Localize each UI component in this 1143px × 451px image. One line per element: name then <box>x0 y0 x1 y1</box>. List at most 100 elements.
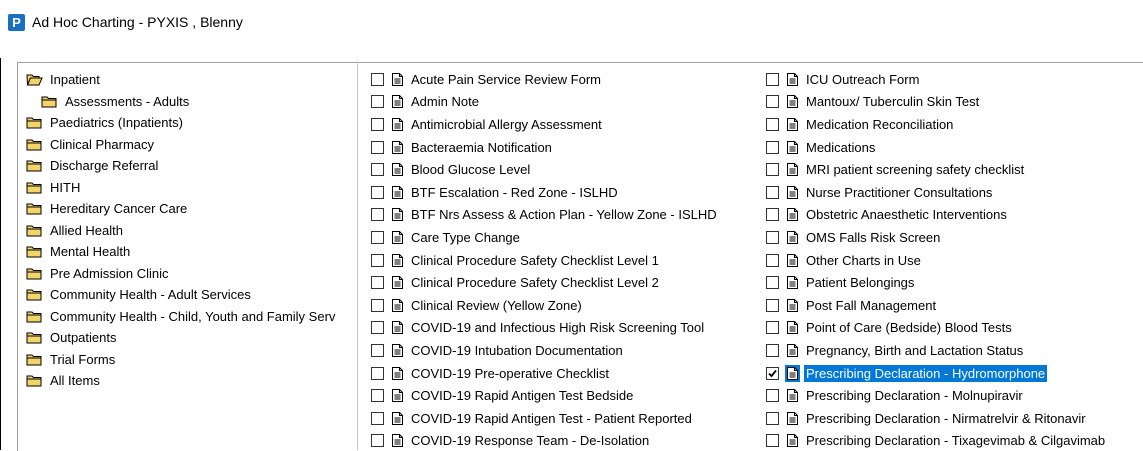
form-list-item[interactable]: Patient Belongings <box>766 271 1107 294</box>
app-logo-icon: P <box>8 14 25 31</box>
document-icon <box>392 412 403 425</box>
forms-panel[interactable]: Acute Pain Service Review FormAdmin Note… <box>358 62 1143 451</box>
folder-icon <box>26 267 43 280</box>
form-list-item[interactable]: Antimicrobial Allergy Assessment <box>371 113 719 136</box>
form-list-item[interactable]: Prescribing Declaration - Molnupiravir <box>766 384 1107 407</box>
form-list-item[interactable]: COVID-19 Rapid Antigen Test - Patient Re… <box>371 407 719 430</box>
tree-item[interactable]: Pre Admission Clinic <box>26 263 335 285</box>
tree-item[interactable]: Clinical Pharmacy <box>26 134 335 156</box>
folder-open-icon <box>26 73 43 86</box>
form-list-item[interactable]: COVID-19 Response Team - De-Isolation <box>371 430 719 451</box>
form-checkbox[interactable] <box>766 412 779 425</box>
form-checkbox[interactable] <box>371 73 384 86</box>
tree-item[interactable]: Trial Forms <box>26 349 335 371</box>
form-list-item[interactable]: Care Type Change <box>371 226 719 249</box>
form-checkbox[interactable] <box>371 208 384 221</box>
form-checkbox[interactable] <box>766 276 779 289</box>
folder-tree-panel[interactable]: InpatientAssessments - AdultsPaediatrics… <box>17 62 358 451</box>
form-checkbox[interactable] <box>766 208 779 221</box>
form-list-item[interactable]: Pregnancy, Birth and Lactation Status <box>766 339 1107 362</box>
form-checkbox[interactable] <box>766 186 779 199</box>
form-list-item[interactable]: BTF Nrs Assess & Action Plan - Yellow Zo… <box>371 204 719 227</box>
form-checkbox[interactable] <box>371 299 384 312</box>
form-list-item[interactable]: Prescribing Declaration - Hydromorphone <box>766 362 1107 385</box>
form-list-item[interactable]: Bacteraemia Notification <box>371 136 719 159</box>
form-list-item[interactable]: ICU Outreach Form <box>766 68 1107 91</box>
form-checkbox[interactable] <box>766 254 779 267</box>
form-checkbox[interactable] <box>371 367 384 380</box>
form-checkbox[interactable] <box>766 231 779 244</box>
form-checkbox[interactable] <box>371 434 384 447</box>
tree-item[interactable]: Community Health - Adult Services <box>26 284 335 306</box>
tree-item[interactable]: Assessments - Adults <box>26 91 335 113</box>
tree-item[interactable]: All Items <box>26 370 335 392</box>
form-list-item[interactable]: COVID-19 and Infectious High Risk Screen… <box>371 317 719 340</box>
form-list-item[interactable]: Point of Care (Bedside) Blood Tests <box>766 317 1107 340</box>
form-list-item[interactable]: COVID-19 Intubation Documentation <box>371 339 719 362</box>
form-checkbox[interactable] <box>371 254 384 267</box>
document-icon <box>392 389 403 402</box>
form-checkbox[interactable] <box>371 412 384 425</box>
tree-item[interactable]: Discharge Referral <box>26 155 335 177</box>
document-icon <box>787 321 798 334</box>
form-checkbox[interactable] <box>766 434 779 447</box>
form-checkbox[interactable] <box>371 389 384 402</box>
form-label: Prescribing Declaration - Molnupiravir <box>804 387 1025 404</box>
form-checkbox[interactable] <box>371 163 384 176</box>
form-checkbox[interactable] <box>766 389 779 402</box>
form-list-item[interactable]: Medications <box>766 136 1107 159</box>
form-checkbox[interactable] <box>371 95 384 108</box>
form-label: COVID-19 Rapid Antigen Test - Patient Re… <box>409 410 694 427</box>
form-list-item[interactable]: Other Charts in Use <box>766 249 1107 272</box>
form-checkbox[interactable] <box>766 344 779 357</box>
form-checkbox[interactable] <box>766 299 779 312</box>
tree-item[interactable]: Allied Health <box>26 220 335 242</box>
form-checkbox[interactable] <box>766 367 779 380</box>
form-list-item[interactable]: BTF Escalation - Red Zone - ISLHD <box>371 181 719 204</box>
form-label: Prescribing Declaration - Nirmatrelvir &… <box>804 410 1088 427</box>
form-checkbox[interactable] <box>371 276 384 289</box>
form-list-item[interactable]: Admin Note <box>371 91 719 114</box>
form-checkbox[interactable] <box>766 321 779 334</box>
tree-item[interactable]: Outpatients <box>26 327 335 349</box>
form-list-item[interactable]: Medication Reconciliation <box>766 113 1107 136</box>
form-list-item[interactable]: Mantoux/ Tuberculin Skin Test <box>766 91 1107 114</box>
window-title: Ad Hoc Charting - PYXIS , Blenny <box>32 14 243 30</box>
form-list-item[interactable]: Obstetric Anaesthetic Interventions <box>766 204 1107 227</box>
window-title-bar: P Ad Hoc Charting - PYXIS , Blenny <box>8 10 243 34</box>
form-checkbox[interactable] <box>371 231 384 244</box>
form-list-item[interactable]: Prescribing Declaration - Tixagevimab & … <box>766 430 1107 451</box>
tree-item[interactable]: HITH <box>26 177 335 199</box>
form-checkbox[interactable] <box>766 141 779 154</box>
form-list-item[interactable]: Clinical Procedure Safety Checklist Leve… <box>371 271 719 294</box>
form-list-item[interactable]: Prescribing Declaration - Nirmatrelvir &… <box>766 407 1107 430</box>
tree-item[interactable]: Community Health - Child, Youth and Fami… <box>26 306 335 328</box>
tree-item[interactable]: Inpatient <box>26 69 335 91</box>
form-checkbox[interactable] <box>371 186 384 199</box>
form-list-item[interactable]: OMS Falls Risk Screen <box>766 226 1107 249</box>
form-checkbox[interactable] <box>371 321 384 334</box>
tree-item[interactable]: Hereditary Cancer Care <box>26 198 335 220</box>
form-label: Other Charts in Use <box>804 252 923 269</box>
tree-item[interactable]: Mental Health <box>26 241 335 263</box>
form-list-item[interactable]: Acute Pain Service Review Form <box>371 68 719 91</box>
form-label: COVID-19 Pre-operative Checklist <box>409 365 611 382</box>
form-checkbox[interactable] <box>766 73 779 86</box>
form-checkbox[interactable] <box>766 118 779 131</box>
form-list-item[interactable]: MRI patient screening safety checklist <box>766 158 1107 181</box>
form-list-item[interactable]: COVID-19 Rapid Antigen Test Bedside <box>371 384 719 407</box>
form-list-item[interactable]: Nurse Practitioner Consultations <box>766 181 1107 204</box>
form-checkbox[interactable] <box>371 141 384 154</box>
form-checkbox[interactable] <box>371 118 384 131</box>
form-checkbox[interactable] <box>766 163 779 176</box>
tree-item[interactable]: Paediatrics (Inpatients) <box>26 112 335 134</box>
document-icon <box>787 95 798 108</box>
form-list-item[interactable]: COVID-19 Pre-operative Checklist <box>371 362 719 385</box>
form-list-item[interactable]: Clinical Review (Yellow Zone) <box>371 294 719 317</box>
form-checkbox[interactable] <box>766 95 779 108</box>
tree-item-label: Trial Forms <box>50 352 115 367</box>
form-list-item[interactable]: Clinical Procedure Safety Checklist Leve… <box>371 249 719 272</box>
form-list-item[interactable]: Blood Glucose Level <box>371 158 719 181</box>
form-list-item[interactable]: Post Fall Management <box>766 294 1107 317</box>
form-checkbox[interactable] <box>371 344 384 357</box>
